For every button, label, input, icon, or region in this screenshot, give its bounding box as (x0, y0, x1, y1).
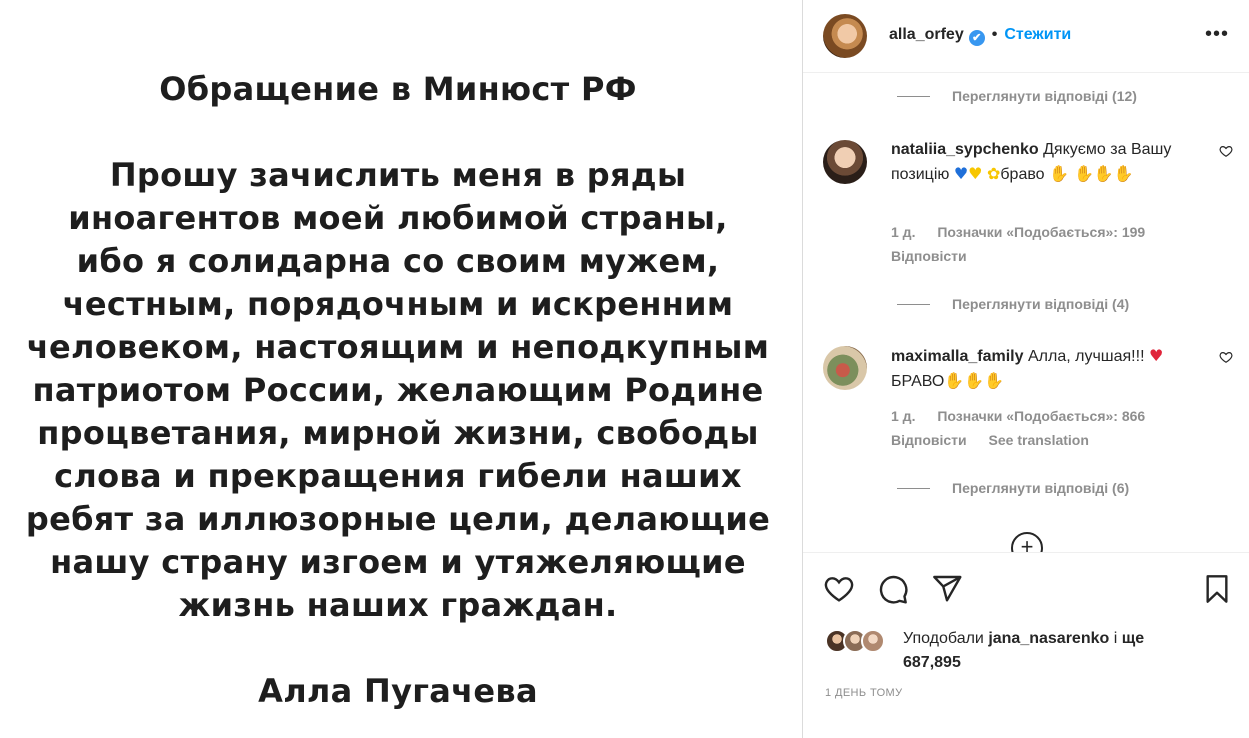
like-heart-icon[interactable] (823, 573, 855, 605)
follow-button[interactable]: Стежити (1004, 26, 1071, 43)
reply-button[interactable]: Відповісти (891, 432, 967, 448)
comment-text-part: Алла, лучшая!!! (1023, 348, 1149, 365)
load-more-comments-icon[interactable]: + (1011, 532, 1043, 552)
post-side-panel: alla_orfey ✔ • Стежити ••• Переглянути відп… (802, 0, 1249, 738)
commenter-username[interactable]: maximalla_family (891, 348, 1024, 365)
post-text: Обращение в Минюст РФ Прошу зачислить ме… (0, 68, 796, 713)
like-comment-heart-icon[interactable] (1219, 350, 1233, 367)
view-replies-button[interactable]: Переглянути відповіді (6) (897, 480, 1129, 496)
post-image: Обращение в Минюст РФ Прошу зачислить ме… (0, 0, 802, 738)
liked-by-prefix: Уподобали (903, 630, 989, 647)
post-body-line: процветания, мирной жизни, свободы (37, 414, 759, 452)
divider-line (897, 95, 930, 97)
bookmark-icon[interactable] (1201, 573, 1233, 605)
red-heart-icon: ♥ (1148, 346, 1164, 365)
post-body-line: слова и прекращения гибели наших (54, 457, 742, 495)
blue-heart-icon: ♥ (953, 164, 969, 183)
post-body-line: ибо я солидарна со своим мужем, (76, 242, 720, 280)
comment-actions: Відповісти See translation (891, 432, 1107, 448)
verified-badge-icon: ✔ (968, 30, 985, 46)
post-body: Прошу зачислить меня в ряды иноагентов м… (0, 154, 796, 627)
post-signature: Алла Пугачева (258, 672, 538, 710)
liked-by-mid: і (1109, 630, 1122, 647)
divider-line (897, 487, 930, 489)
liked-by-user[interactable]: jana_nasarenko (988, 630, 1109, 647)
view-replies-label: Переглянути відповіді (12) (952, 88, 1137, 104)
commenter-avatar[interactable] (823, 140, 867, 184)
comment-text: nataliia_sypchenko Дякуємо за Вашу позиц… (891, 138, 1191, 187)
commenter-avatar[interactable] (823, 346, 867, 390)
liked-by-avatars[interactable] (825, 629, 885, 653)
comment-likes[interactable]: Позначки «Подобається»: 866 (937, 408, 1145, 424)
author-username[interactable]: alla_orfey (889, 26, 964, 43)
separator-dot: • (991, 26, 998, 43)
comment-bubble-icon[interactable] (877, 573, 909, 605)
author-avatar[interactable] (823, 14, 867, 58)
comment-time[interactable]: 1 д. (891, 224, 915, 240)
clapping-hands-icon: ✋✋✋ (944, 371, 1005, 390)
post-body-line: патриотом России, желающим Родине (32, 371, 764, 409)
post-body-line: жизнь наших граждан. (178, 586, 618, 624)
post-body-line: иноагентов моей любимой страны, (68, 199, 728, 237)
like-comment-heart-icon[interactable] (1219, 144, 1233, 161)
post-timestamp[interactable]: 1 ДЕНЬ ТОМУ (825, 687, 903, 699)
liker-avatar (861, 629, 885, 653)
comment-meta: 1 д. Позначки «Подобається»: 199 (891, 224, 1163, 240)
comment-actions: Відповісти (891, 248, 985, 264)
comment-meta: 1 д. Позначки «Подобається»: 866 (891, 408, 1163, 424)
post-body-line: нашу страну изгоем и утяжеляющие (50, 543, 746, 581)
post-body-line: ребят за иллюзорные цели, делающие (25, 500, 771, 538)
comment-likes[interactable]: Позначки «Подобається»: 199 (937, 224, 1145, 240)
comment-time[interactable]: 1 д. (891, 408, 915, 424)
divider-line (897, 303, 930, 305)
view-replies-button[interactable]: Переглянути відповіді (12) (897, 88, 1137, 104)
reply-button[interactable]: Відповісти (891, 248, 967, 264)
yellow-heart-icon: ♥ (968, 164, 983, 183)
more-options-icon[interactable]: ••• (1205, 24, 1229, 44)
view-replies-label: Переглянути відповіді (4) (952, 296, 1130, 312)
post-body-line: человеком, настоящим и неподкупным (26, 328, 770, 366)
post-actions: Уподобали jana_nasarenko і ще 687,895 1 … (803, 552, 1249, 738)
clapping-hands-icon: ✋ ✋✋✋ (1049, 164, 1134, 183)
comment-text-part: браво (1000, 166, 1049, 183)
commenter-username[interactable]: nataliia_sypchenko (891, 141, 1039, 158)
post-title: Обращение в Минюст РФ (159, 70, 637, 108)
see-translation-button[interactable]: See translation (989, 432, 1089, 448)
post-body-line: Прошу зачислить меня в ряды (109, 156, 687, 194)
view-replies-label: Переглянути відповіді (6) (952, 480, 1130, 496)
view-replies-button[interactable]: Переглянути відповіді (4) (897, 296, 1129, 312)
comments-list[interactable]: Переглянути відповіді (12) nataliia_sypc… (803, 74, 1249, 552)
author-info: alla_orfey ✔ • Стежити (889, 26, 1071, 46)
comment-text: maximalla_family Алла, лучшая!!! ♥ БРАВО… (891, 344, 1191, 394)
comment-text-part: БРАВО (891, 373, 945, 390)
share-send-icon[interactable] (931, 573, 963, 605)
liked-by-text: Уподобали jana_nasarenko і ще 687,895 (903, 627, 1193, 675)
sunflower-icon: ✿ (986, 164, 1001, 183)
post-body-line: честным, порядочным и искренним (62, 285, 734, 323)
post-header: alla_orfey ✔ • Стежити ••• (803, 0, 1249, 73)
